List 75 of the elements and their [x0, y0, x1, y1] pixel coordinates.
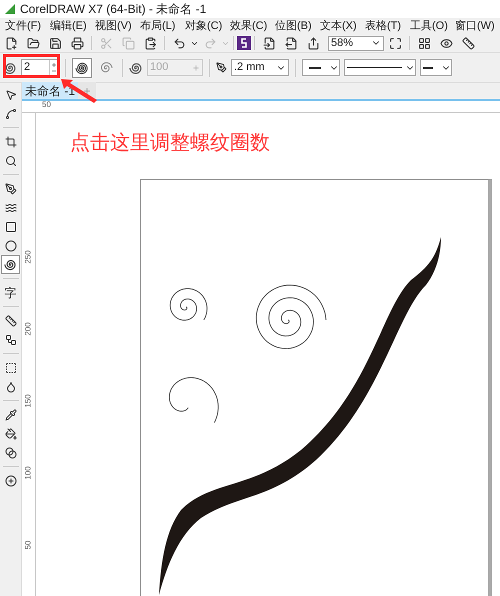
spiral	[170, 288, 208, 321]
droplet-icon	[4, 380, 16, 392]
curve-node-icon	[4, 108, 16, 120]
line-style-dropdown[interactable]	[344, 59, 416, 76]
spiral-icon	[4, 258, 17, 271]
pointer-icon	[4, 88, 16, 100]
scissors-icon	[100, 36, 112, 50]
menu-item[interactable]: 表格(T)	[360, 18, 405, 34]
symmetric-spiral-button[interactable]	[72, 58, 92, 78]
plus-icon	[192, 64, 200, 72]
search-icon	[4, 154, 16, 166]
menu-item[interactable]: 布局(L)	[135, 18, 180, 34]
new-file-icon	[4, 36, 18, 50]
pen-nib-icon	[4, 182, 16, 194]
menu-item[interactable]: 视图(V)	[90, 18, 135, 34]
pipette-icon	[4, 408, 16, 420]
spiral	[168, 377, 219, 423]
ruler-icon	[4, 314, 16, 326]
spiral-tool[interactable]	[1, 255, 20, 274]
arrowhead-start-dropdown[interactable]	[302, 59, 340, 76]
rectangle-icon	[4, 220, 16, 232]
dashed-square-icon	[4, 362, 16, 374]
spiral	[256, 284, 326, 349]
outline-width-dropdown[interactable]: .2 mm	[231, 59, 289, 76]
increment-icon[interactable]	[51, 62, 57, 68]
spiral-icon	[75, 60, 89, 74]
window-title: CorelDRAW X7 (64-Bit) - 未命名 -1	[20, 1, 206, 18]
redo-icon	[204, 36, 216, 50]
menu-item[interactable]: 效果(C)	[225, 18, 270, 34]
folder-icon	[26, 36, 40, 50]
undo-icon	[172, 36, 186, 50]
ruler-label: 50	[24, 540, 32, 550]
text-tool[interactable]: 字	[1, 283, 20, 302]
pointer-arrow	[60, 78, 98, 104]
share-icon	[306, 36, 320, 50]
menu-item[interactable]: 文本(X)	[315, 18, 360, 34]
paint-bucket-icon	[4, 428, 16, 440]
menu-item[interactable]: 工具(O)	[405, 18, 450, 34]
zoom-dropdown[interactable]: 58%	[328, 36, 384, 50]
annotation-text: 点击这里调整螺纹圈数	[70, 131, 270, 156]
ruler-label: 150	[24, 394, 32, 408]
fit-page-icon	[388, 36, 402, 50]
menu-item[interactable]: 文件(F)	[0, 18, 45, 34]
ruler-label: 250	[24, 250, 32, 264]
copy-icon	[122, 36, 134, 50]
expansion-icon	[129, 60, 143, 74]
arrowhead-end-dropdown[interactable]	[420, 59, 452, 76]
menu-item[interactable]: 窗口(W)	[450, 18, 495, 34]
wave-icon	[4, 202, 16, 214]
app-logo-icon	[4, 3, 16, 15]
ruler-label: 200	[24, 322, 32, 336]
menu-item[interactable]: 对象(C)	[180, 18, 225, 34]
revolutions-icon	[3, 60, 17, 74]
plus-circle-icon	[4, 474, 16, 486]
app-launcher-icon[interactable]	[237, 36, 251, 50]
pen-nib-icon	[216, 62, 227, 73]
export-icon	[284, 36, 298, 50]
workflow-icon	[4, 334, 16, 346]
circle-icon	[4, 240, 16, 252]
menu-item[interactable]: 编辑(E)	[45, 18, 90, 34]
import-icon	[262, 36, 276, 50]
ruler-label: 100	[24, 466, 32, 480]
printer-icon	[70, 36, 84, 50]
decrement-icon[interactable]	[51, 68, 57, 74]
spiral-icon	[99, 60, 113, 74]
grid-icon	[418, 36, 430, 50]
eye-icon	[440, 36, 452, 50]
crop-icon	[4, 136, 16, 148]
save-icon	[48, 36, 62, 50]
clipboard-icon	[144, 36, 156, 50]
blend-icon	[4, 446, 16, 458]
highlight-frame	[3, 54, 60, 78]
menu-item[interactable]: 位图(B)	[270, 18, 315, 34]
ruler-label: 50	[42, 101, 51, 109]
ruler-icon	[462, 36, 474, 50]
